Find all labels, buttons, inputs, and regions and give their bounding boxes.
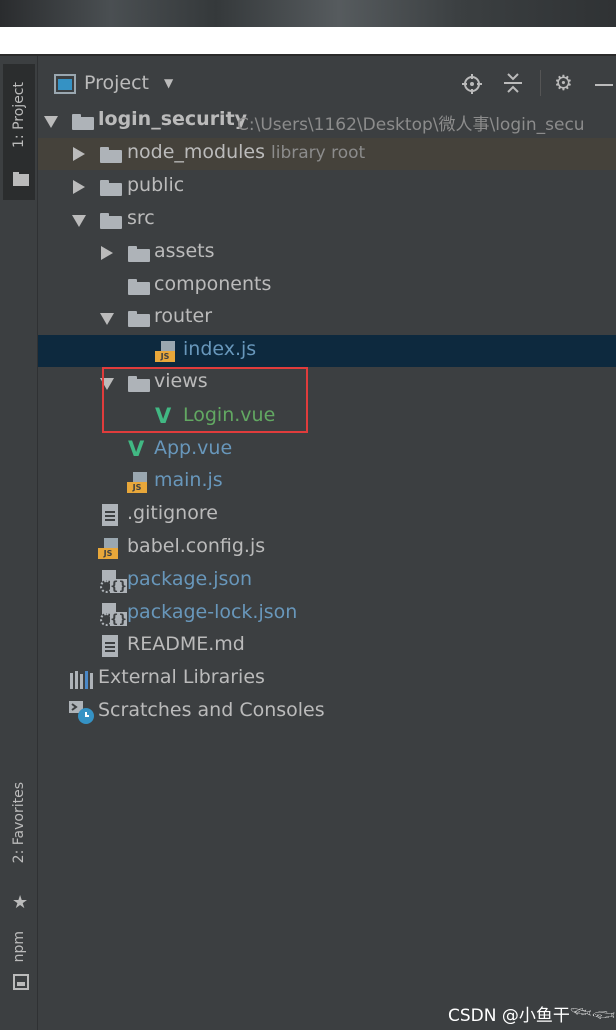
toolbar-separator: [540, 70, 541, 96]
json-file-icon: {}: [100, 603, 128, 627]
tree-label-external-libraries: External Libraries: [98, 666, 265, 688]
tab-project-label: 1: Project: [11, 82, 27, 148]
json-file-icon: {}: [100, 570, 128, 594]
tab-favorites[interactable]: 2: Favorites ★: [3, 776, 35, 916]
project-view-title[interactable]: Project: [84, 72, 149, 94]
tree-row-app-vue[interactable]: V App.vue: [38, 434, 616, 466]
white-gap: [0, 27, 616, 54]
tree-label-src: src: [127, 207, 155, 229]
tree-row-index-js[interactable]: JS index.js: [38, 335, 616, 367]
tab-project[interactable]: 1: Project: [3, 64, 35, 200]
folder-icon: [128, 376, 150, 392]
caret-down-icon[interactable]: ▼: [164, 76, 173, 90]
tree-label-views: views: [154, 370, 208, 392]
js-file-icon: JS: [98, 538, 120, 560]
vue-file-icon: V: [155, 404, 172, 428]
project-panel: Project ▼ ⚙ login_security C:\Users\1162…: [38, 56, 616, 1030]
tree-label-app-vue: App.vue: [154, 437, 233, 459]
tree-label-main-js: main.js: [154, 469, 223, 491]
project-toolbar: Project ▼ ⚙: [38, 56, 616, 112]
tree-label-public: public: [127, 174, 185, 196]
tree-label-node-modules: node_modules: [127, 141, 266, 163]
npm-window-icon: [13, 974, 29, 990]
tree-label-package-lock: package-lock.json: [127, 601, 298, 623]
locate-icon[interactable]: [462, 74, 482, 94]
folder-icon: [128, 246, 150, 262]
tree-row-gitignore[interactable]: .gitignore: [38, 499, 616, 531]
tree-row-package-json[interactable]: {} package.json: [38, 565, 616, 597]
tree-row-components[interactable]: components: [38, 270, 616, 302]
folder-icon: [72, 114, 94, 130]
tab-favorites-label: 2: Favorites: [11, 782, 27, 864]
tab-npm-label: npm: [11, 931, 27, 963]
chevron-down-icon[interactable]: [100, 313, 114, 325]
tree-row-main-js[interactable]: JS main.js: [38, 466, 616, 498]
folder-icon: [100, 213, 122, 229]
tab-npm[interactable]: npm: [3, 926, 35, 996]
tree-label-components: components: [154, 273, 272, 295]
tree-row-src[interactable]: src: [38, 204, 616, 236]
text-file-icon: [102, 635, 118, 657]
minimize-icon[interactable]: [595, 84, 613, 86]
watermark: CSDN @小鱼干𓆝𓆟𓆜: [448, 1006, 616, 1026]
tree-row-router[interactable]: router: [38, 302, 616, 334]
tree-row-root[interactable]: login_security C:\Users\1162\Desktop\微人事…: [38, 105, 616, 137]
library-root-hint: library root: [271, 143, 366, 163]
tool-window-bar: 1: Project 2: Favorites ★ npm: [0, 56, 38, 1030]
tree-label-login-vue: Login.vue: [183, 404, 276, 426]
tree-label-scratches: Scratches and Consoles: [98, 699, 325, 721]
tree-label-babel-config: babel.config.js: [127, 535, 266, 557]
folder-icon: [13, 172, 29, 186]
tree-row-package-lock[interactable]: {} package-lock.json: [38, 598, 616, 630]
chevron-right-icon[interactable]: [73, 180, 85, 194]
folder-icon: [100, 180, 122, 196]
tree-row-readme[interactable]: README.md: [38, 630, 616, 662]
gear-icon[interactable]: ⚙: [554, 72, 573, 94]
tree-label-root: login_security: [98, 108, 248, 130]
tree-row-login-vue[interactable]: V Login.vue: [38, 401, 616, 433]
js-file-icon: JS: [127, 472, 149, 494]
folder-icon: [100, 147, 122, 163]
folder-icon: [128, 279, 150, 295]
tree-row-assets[interactable]: assets: [38, 237, 616, 269]
chevron-down-icon[interactable]: [72, 215, 86, 227]
tree-label-package-json: package.json: [127, 568, 253, 590]
libraries-icon: [70, 671, 93, 689]
root-path: C:\Users\1162\Desktop\微人事\login_secu: [237, 115, 585, 135]
chevron-right-icon[interactable]: [73, 147, 85, 161]
chevron-down-icon[interactable]: [100, 378, 114, 390]
js-file-icon: JS: [155, 341, 177, 363]
tree-row-external-libraries[interactable]: External Libraries: [38, 663, 616, 695]
folder-icon: [128, 311, 150, 327]
tree-row-views[interactable]: views: [38, 367, 616, 399]
tree-label-readme: README.md: [127, 633, 245, 655]
tree-row-public[interactable]: public: [38, 171, 616, 203]
tree-row-scratches[interactable]: Scratches and Consoles: [38, 696, 616, 728]
tree-label-gitignore: .gitignore: [127, 502, 218, 524]
tree-row-node-modules[interactable]: node_modules library root: [38, 138, 616, 170]
tree-label-assets: assets: [154, 240, 215, 262]
tree-row-babel-config[interactable]: JS babel.config.js: [38, 532, 616, 564]
chevron-right-icon[interactable]: [101, 246, 113, 260]
scratches-icon: [69, 701, 94, 724]
text-file-icon: [102, 504, 118, 526]
vue-file-icon: V: [128, 437, 145, 461]
tree-label-index-js: index.js: [183, 338, 257, 360]
project-window-icon: [54, 74, 76, 94]
collapse-all-icon[interactable]: [502, 72, 524, 94]
star-icon: ★: [12, 892, 29, 913]
blurred-top-strip: [0, 0, 616, 27]
chevron-down-icon[interactable]: [44, 116, 58, 128]
tree-label-router: router: [154, 305, 213, 327]
